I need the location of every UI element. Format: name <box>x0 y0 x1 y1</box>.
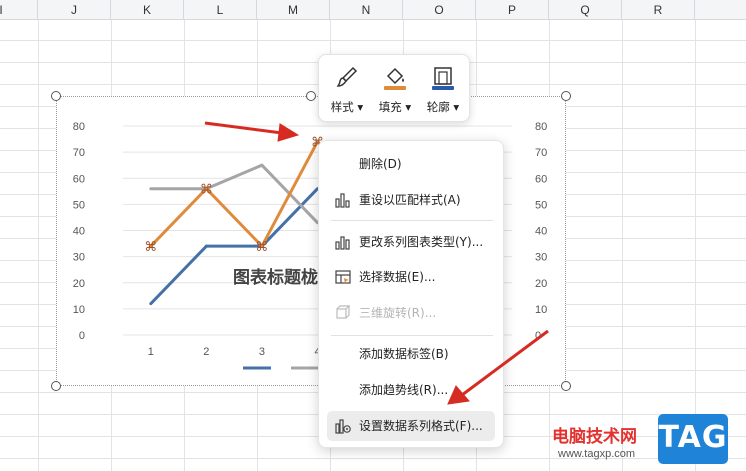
watermark: 电脑技术网 www.tagxp.com TAG <box>550 412 746 471</box>
outline-button[interactable]: 轮廓 ▾ <box>421 61 465 117</box>
y-tick-label-right: 70 <box>535 147 547 159</box>
menu-item-format-data-series[interactable]: 设置数据系列格式(F)... <box>327 411 495 441</box>
column-header-k[interactable]: K <box>111 0 184 20</box>
selected-point-marker[interactable]: ⌘ <box>200 183 213 198</box>
selected-point-marker[interactable]: ⌘ <box>144 240 157 255</box>
x-tick-label: 2 <box>203 346 209 358</box>
resize-handle-bottom-left[interactable] <box>51 381 61 391</box>
y-tick-label-left: 10 <box>73 304 85 316</box>
tag-logo-text: TAG <box>658 420 728 455</box>
resize-handle-top-middle[interactable] <box>306 91 316 101</box>
menu-item-select-data[interactable]: 选择数据(E)... <box>327 262 495 292</box>
column-header-i[interactable]: I <box>0 0 38 20</box>
paint-bucket-icon <box>384 67 406 90</box>
y-tick-label-right: 80 <box>535 121 547 133</box>
y-tick-label-left: 70 <box>73 147 85 159</box>
outline-label: 轮廓 <box>426 100 450 114</box>
y-tick-label-right: 60 <box>535 173 547 185</box>
resize-handle-top-right[interactable] <box>561 91 571 101</box>
menu-separator <box>331 220 493 221</box>
menu-item-change-chart-type[interactable]: 更改系列图表类型(Y)... <box>327 227 495 257</box>
menu-item-add-trendline[interactable]: 添加趋势线(R)... <box>327 375 495 405</box>
menu-item-label: 删除(D) <box>359 157 402 171</box>
y-tick-label-right: 40 <box>535 226 547 238</box>
menu-item-delete[interactable]: 删除(D) <box>327 149 495 179</box>
chart-title[interactable]: 图表标题栊 <box>233 267 318 288</box>
select-data-icon <box>335 270 351 284</box>
watermark-site-name: 电脑技术网 <box>552 427 637 447</box>
menu-item-label: 三维旋转(R)... <box>359 306 437 320</box>
column-header-r[interactable]: R <box>622 0 695 20</box>
menu-item-label: 重设以匹配样式(A) <box>359 193 461 207</box>
column-header-row: IJKLMNOPQR <box>0 0 746 20</box>
series-line-segment[interactable] <box>149 187 208 248</box>
y-tick-label-right: 10 <box>535 304 547 316</box>
y-tick-label-left: 30 <box>73 252 85 264</box>
y-tick-label-left: 40 <box>73 226 85 238</box>
reset-style-icon <box>335 193 350 208</box>
column-header-q[interactable]: Q <box>549 0 622 20</box>
watermark-url: www.tagxp.com <box>558 448 636 460</box>
y-tick-label-right: 50 <box>535 199 547 211</box>
outline-icon <box>432 67 454 90</box>
column-header-p[interactable]: P <box>476 0 549 20</box>
menu-separator <box>331 335 493 336</box>
x-tick-label: 1 <box>148 346 154 358</box>
menu-item-label: 设置数据系列格式(F)... <box>359 419 483 433</box>
menu-item-label: 添加数据标签(B) <box>359 347 449 361</box>
menu-item-label: 添加趋势线(R)... <box>359 383 449 397</box>
series-line-segment[interactable] <box>204 163 264 191</box>
y-tick-label-left: 80 <box>73 121 85 133</box>
y-tick-label-left: 50 <box>73 199 85 211</box>
menu-item-add-data-labels[interactable]: 添加数据标签(B) <box>327 339 495 369</box>
resize-handle-bottom-right[interactable] <box>561 381 571 391</box>
fill-label: 填充 <box>378 100 402 114</box>
style-label: 样式 <box>330 100 354 114</box>
menu-item-label: 更改系列图表类型(Y)... <box>359 235 484 249</box>
rotate-3d-icon <box>336 305 351 319</box>
tag-logo: TAG <box>658 414 728 464</box>
y-tick-label-left: 60 <box>73 173 85 185</box>
menu-item-reset-style[interactable]: 重设以匹配样式(A) <box>327 185 495 215</box>
selected-point-marker[interactable]: ⌘ <box>255 240 268 255</box>
series-line-segment[interactable] <box>149 244 208 306</box>
series-line-segment[interactable] <box>260 187 319 248</box>
y-tick-label-right: 30 <box>535 252 547 264</box>
format-series-icon <box>335 419 351 434</box>
context-menu: 删除(D) 重设以匹配样式(A) 更改系列图表类型(Y)... 选择数据(E).… <box>318 140 504 448</box>
style-button[interactable]: 样式 ▾ <box>325 61 369 117</box>
x-tick-label: 3 <box>259 346 265 358</box>
menu-item-label: 选择数据(E)... <box>359 270 436 284</box>
mini-toolbar: 样式 ▾ 填充 ▾ 轮廓 ▾ <box>318 54 470 122</box>
column-header-j[interactable]: J <box>38 0 111 20</box>
column-header-o[interactable]: O <box>403 0 476 20</box>
series-line-segment[interactable] <box>204 187 264 248</box>
y-tick-label-right: 20 <box>535 278 547 290</box>
chart-type-icon <box>335 236 350 250</box>
column-header-n[interactable]: N <box>330 0 403 20</box>
fill-button[interactable]: 填充 ▾ <box>373 61 417 117</box>
resize-handle-top-left[interactable] <box>51 91 61 101</box>
brush-icon <box>336 66 358 87</box>
y-tick-label-left: 20 <box>73 278 85 290</box>
column-header-m[interactable]: M <box>257 0 330 20</box>
y-tick-label-left: 0 <box>79 330 85 342</box>
y-tick-label-right: 0 <box>535 330 541 342</box>
menu-item-3d-rotation[interactable]: 三维旋转(R)... <box>327 298 495 328</box>
column-header-l[interactable]: L <box>184 0 257 20</box>
